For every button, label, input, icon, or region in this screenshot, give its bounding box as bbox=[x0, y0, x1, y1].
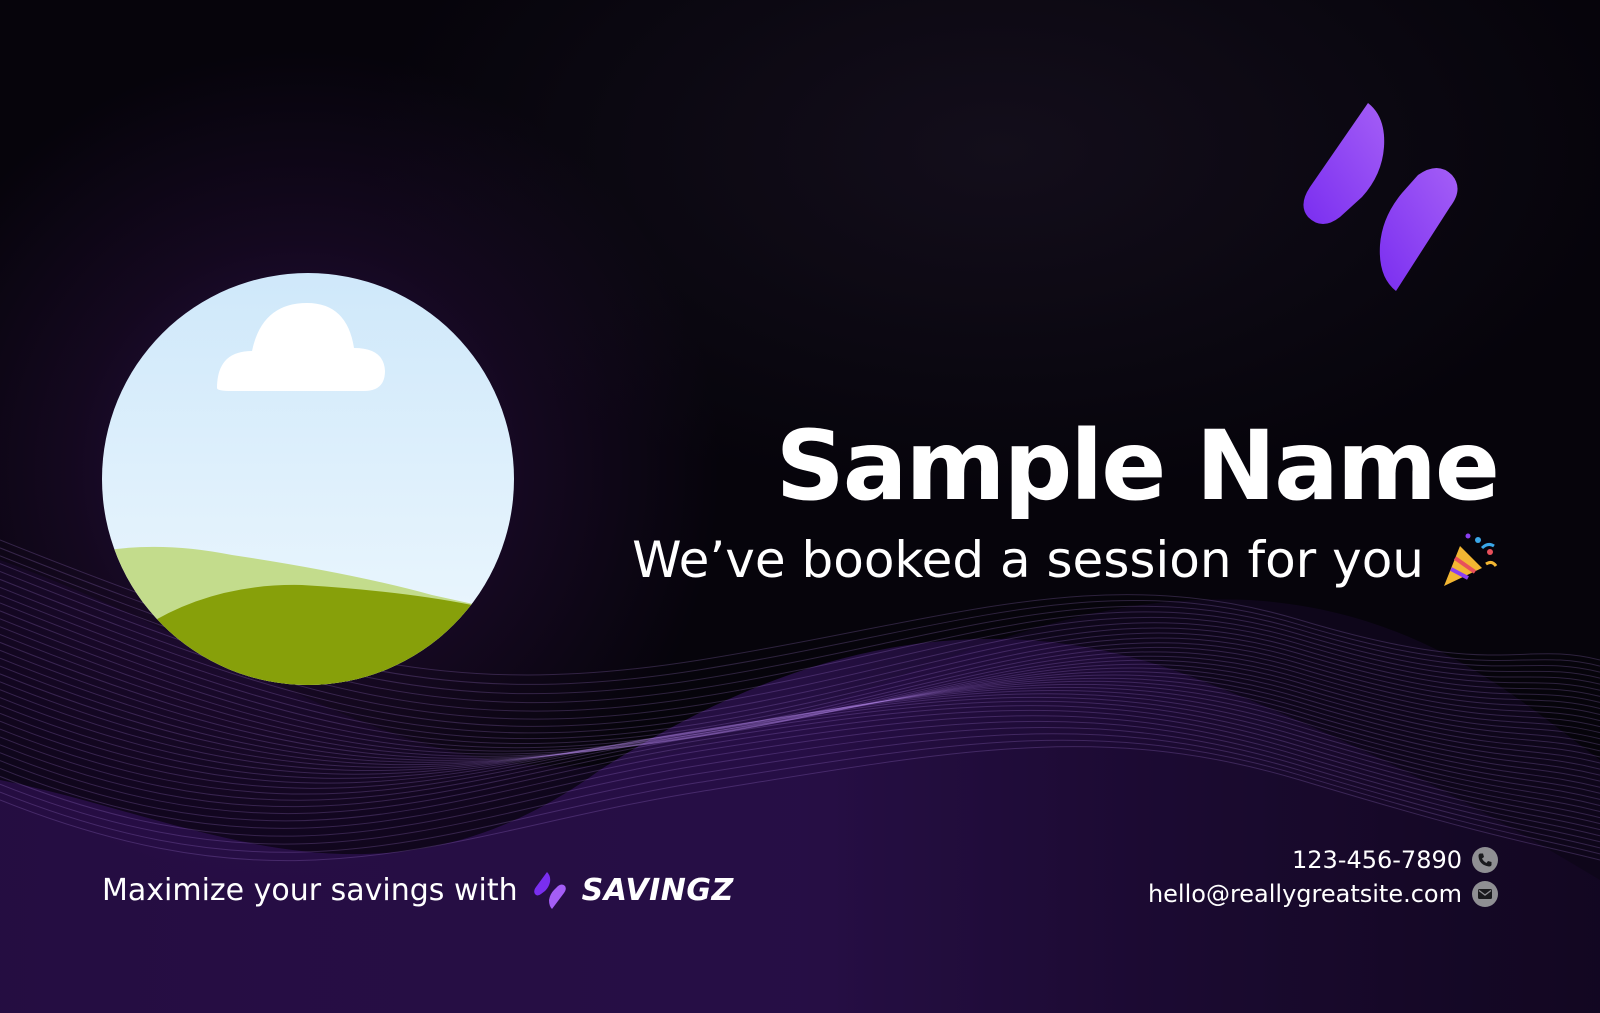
savingz-logo-mark bbox=[1303, 103, 1458, 291]
savings-tagline: Maximize your savings with SAVINGZ bbox=[102, 870, 734, 910]
tagline-text: Maximize your savings with bbox=[102, 872, 518, 908]
email-row: hello@reallygreatsite.com bbox=[1148, 880, 1498, 908]
party-popper-icon bbox=[1444, 533, 1498, 586]
phone-number: 123-456-7890 bbox=[1291, 846, 1462, 874]
recipient-name: Sample Name bbox=[775, 410, 1500, 522]
booking-card: Sample Name We’ve booked a session for y… bbox=[0, 0, 1600, 1013]
booking-message: We’ve booked a session for you bbox=[632, 530, 1498, 590]
brand-logo: SAVINGZ bbox=[533, 870, 734, 910]
landscape-photo bbox=[102, 273, 514, 685]
brand-name: SAVINGZ bbox=[581, 872, 734, 908]
booking-message-text: We’ve booked a session for you bbox=[632, 531, 1424, 589]
mail-icon bbox=[1472, 881, 1498, 907]
phone-row: 123-456-7890 bbox=[1292, 846, 1498, 874]
contact-info: 123-456-7890 hello@reallygreatsite.com bbox=[1148, 846, 1498, 908]
phone-icon bbox=[1472, 847, 1498, 873]
email-address: hello@reallygreatsite.com bbox=[1147, 880, 1462, 908]
savingz-small-logo-icon bbox=[533, 872, 566, 909]
